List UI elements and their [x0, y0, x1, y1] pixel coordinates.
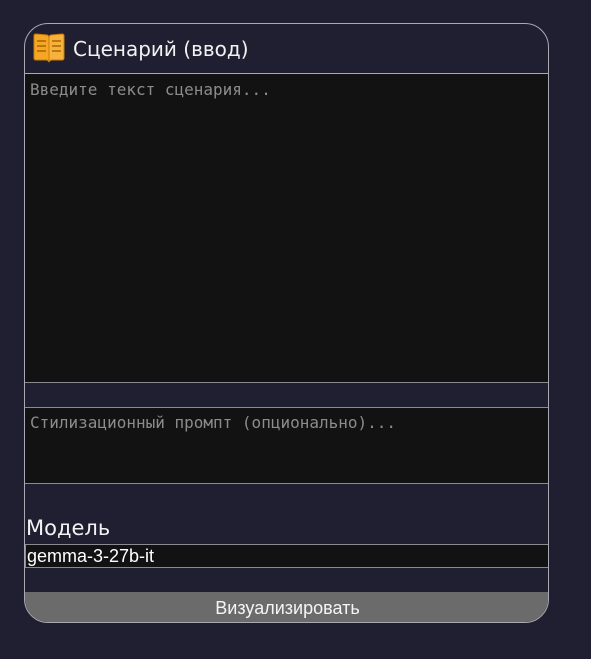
- style-prompt-input[interactable]: [25, 407, 548, 484]
- visualize-button[interactable]: Визуализировать: [25, 592, 548, 622]
- open-book-icon: [31, 31, 67, 65]
- scenario-panel: Сценарий (ввод) Модель gemma-3-27b-it Ви…: [24, 23, 549, 623]
- scenario-text-input[interactable]: [25, 74, 548, 383]
- panel-title: Сценарий (ввод): [73, 37, 249, 61]
- panel-header: Сценарий (ввод): [25, 24, 548, 74]
- model-select[interactable]: gemma-3-27b-it: [25, 544, 548, 568]
- model-label: Модель: [26, 516, 111, 540]
